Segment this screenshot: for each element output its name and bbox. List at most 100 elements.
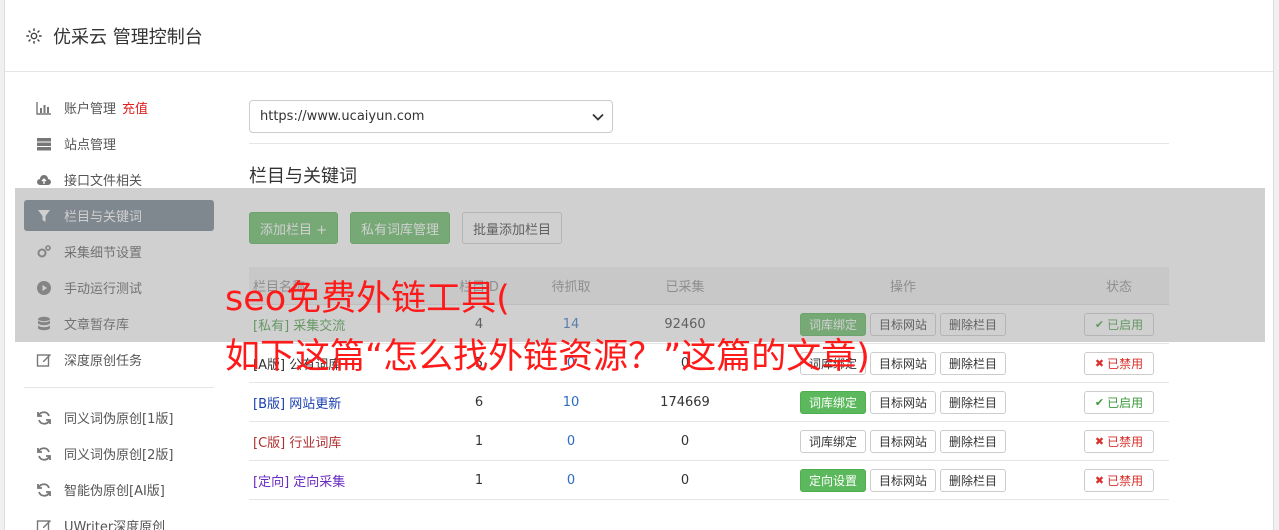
sidebar-item-label: 栏目与关键词 — [64, 210, 143, 225]
row-wait[interactable]: 0 — [509, 434, 633, 449]
refresh-icon — [36, 410, 52, 426]
sidebar-item-deep-original[interactable]: 深度原创任务 — [24, 344, 214, 375]
row-id: 1 — [474, 433, 484, 449]
sidebar-item-label: 站点管理 — [64, 138, 117, 153]
sidebar-item-sites[interactable]: 站点管理 — [24, 128, 214, 159]
delete-column-button[interactable]: 删除栏目 — [940, 351, 1007, 375]
sidebar-item-synonym-v2[interactable]: 同义词伪原创[2版] — [24, 438, 214, 469]
cloud-upload-icon — [36, 172, 52, 188]
row-name-link[interactable]: 定向采集 — [293, 475, 345, 490]
status-label: 已启用 — [1107, 317, 1144, 332]
app-window: 优采云 管理控制台 账户管理 充值 站点管理 接口文件相关 栏目与关键词 采集细… — [4, 0, 1274, 530]
sidebar-divider — [24, 387, 214, 388]
divider — [249, 143, 1169, 144]
site-select[interactable]: https://www.ucaiyun.com — [249, 100, 613, 133]
status-toggle[interactable]: ✔ 已启用 — [1083, 312, 1155, 336]
row-name-link[interactable]: 网站更新 — [289, 397, 341, 412]
delete-column-button[interactable]: 删除栏目 — [940, 429, 1007, 453]
status-toggle[interactable]: ✖ 已禁用 — [1083, 429, 1155, 453]
row-done: 174669 — [660, 394, 710, 410]
sidebar-item-article-store[interactable]: 文章暂存库 — [24, 308, 214, 339]
sidebar: 账户管理 充值 站点管理 接口文件相关 栏目与关键词 采集细节设置 手动运行测试… — [24, 92, 214, 530]
sidebar-item-account[interactable]: 账户管理 充值 — [24, 92, 214, 123]
status-label: 已禁用 — [1107, 434, 1144, 449]
sidebar-item-label: 采集细节设置 — [64, 246, 143, 261]
row-done: 0 — [680, 433, 690, 449]
row-tag: [C版] — [253, 435, 286, 451]
target-site-button[interactable]: 目标网站 — [869, 429, 936, 453]
row-ops: 定向设置 目标网站 删除栏目 — [737, 468, 1069, 492]
delete-column-button[interactable]: 删除栏目 — [940, 312, 1007, 336]
row-id: 1 — [474, 472, 484, 488]
status-toggle[interactable]: ✖ 已禁用 — [1083, 468, 1155, 492]
sidebar-item-label: 文章暂存库 — [64, 318, 130, 333]
toolbar: 添加栏目 + 私有词库管理 批量添加栏目 — [249, 212, 1169, 244]
target-site-button[interactable]: 目标网站 — [869, 351, 936, 375]
row-done: 0 — [680, 472, 690, 488]
directed-settings-button[interactable]: 定向设置 — [799, 468, 866, 492]
row-status: ✔ 已启用 — [1069, 390, 1169, 414]
sidebar-item-label: 智能伪原创[AI版] — [64, 484, 165, 499]
delete-column-button[interactable]: 删除栏目 — [940, 468, 1007, 492]
batch-add-button[interactable]: 批量添加栏目 — [462, 212, 563, 244]
row-status: ✔ 已启用 — [1069, 312, 1169, 336]
status-label: 已禁用 — [1107, 473, 1144, 488]
header-wait: 待抓取 — [551, 280, 591, 295]
section-title: 栏目与关键词 — [249, 166, 357, 187]
sidebar-item-ai-original[interactable]: 智能伪原创[AI版] — [24, 474, 214, 505]
status-label: 已禁用 — [1107, 356, 1144, 371]
table-row: [定向] 定向采集 1 0 0 定向设置 目标网站 删除栏目 ✖ 已禁用 — [249, 461, 1169, 500]
close-icon: ✖ — [1094, 356, 1105, 370]
row-ops: 词库绑定 目标网站 删除栏目 — [737, 429, 1069, 453]
table-row: [C版] 行业词库 1 0 0 词库绑定 目标网站 删除栏目 ✖ 已禁用 — [249, 422, 1169, 461]
site-select-value: https://www.ucaiyun.com — [260, 109, 425, 124]
target-site-button[interactable]: 目标网站 — [869, 468, 936, 492]
refresh-icon — [36, 446, 52, 462]
row-status: ✖ 已禁用 — [1069, 468, 1169, 492]
refresh-icon — [36, 482, 52, 498]
chevron-down-icon — [592, 113, 604, 121]
row-name: [B版] 网站更新 — [249, 393, 449, 412]
add-column-button[interactable]: 添加栏目 + — [249, 212, 339, 244]
bind-lexicon-button[interactable]: 词库绑定 — [799, 390, 866, 414]
private-lexicon-button[interactable]: 私有词库管理 — [350, 212, 451, 244]
check-icon: ✔ — [1094, 317, 1105, 331]
sidebar-item-columns[interactable]: 栏目与关键词 — [24, 200, 214, 231]
sidebar-item-synonym-v1[interactable]: 同义词伪原创[1版] — [24, 402, 214, 433]
sidebar-item-label: 同义词伪原创[1版] — [64, 412, 174, 427]
recharge-link[interactable]: 充值 — [122, 98, 148, 117]
sidebar-item-collect-settings[interactable]: 采集细节设置 — [24, 236, 214, 267]
sidebar-item-manual-run[interactable]: 手动运行测试 — [24, 272, 214, 303]
header-ops: 操作 — [889, 280, 916, 295]
row-tag: [B版] — [253, 396, 286, 412]
cogs-icon — [36, 244, 52, 260]
bind-lexicon-button[interactable]: 词库绑定 — [799, 429, 866, 453]
status-toggle[interactable]: ✔ 已启用 — [1083, 390, 1155, 414]
header: 优采云 管理控制台 — [5, 0, 1273, 72]
play-circle-icon — [36, 280, 52, 296]
target-site-button[interactable]: 目标网站 — [869, 390, 936, 414]
sidebar-item-label: 手动运行测试 — [64, 282, 143, 297]
sidebar-item-label: 同义词伪原创[2版] — [64, 448, 174, 463]
edit-icon — [36, 518, 52, 530]
close-icon: ✖ — [1094, 473, 1105, 487]
filter-icon — [36, 208, 52, 224]
delete-column-button[interactable]: 删除栏目 — [940, 390, 1007, 414]
server-icon — [36, 136, 52, 152]
watermark-line-2: 如下这篇“怎么找外链资源？”这篇的文章) — [225, 337, 870, 377]
table-row: [B版] 网站更新 6 10 174669 词库绑定 目标网站 删除栏目 ✔ 已启… — [249, 383, 1169, 422]
row-name: [定向] 定向采集 — [249, 471, 449, 490]
sidebar-item-uwriter[interactable]: UWriter深度原创 — [24, 510, 214, 530]
row-name: [C版] 行业词库 — [249, 432, 449, 451]
row-name-link[interactable]: 行业词库 — [289, 436, 341, 451]
sidebar-item-label: 深度原创任务 — [64, 354, 143, 369]
row-wait[interactable]: 10 — [509, 395, 633, 410]
status-toggle[interactable]: ✖ 已禁用 — [1083, 351, 1155, 375]
header-done: 已采集 — [665, 280, 705, 295]
target-site-button[interactable]: 目标网站 — [869, 312, 936, 336]
close-icon: ✖ — [1094, 434, 1105, 448]
page-title: 优采云 管理控制台 — [53, 26, 203, 48]
sidebar-item-interface[interactable]: 接口文件相关 — [24, 164, 214, 195]
row-status: ✖ 已禁用 — [1069, 351, 1169, 375]
row-wait[interactable]: 0 — [509, 473, 633, 488]
